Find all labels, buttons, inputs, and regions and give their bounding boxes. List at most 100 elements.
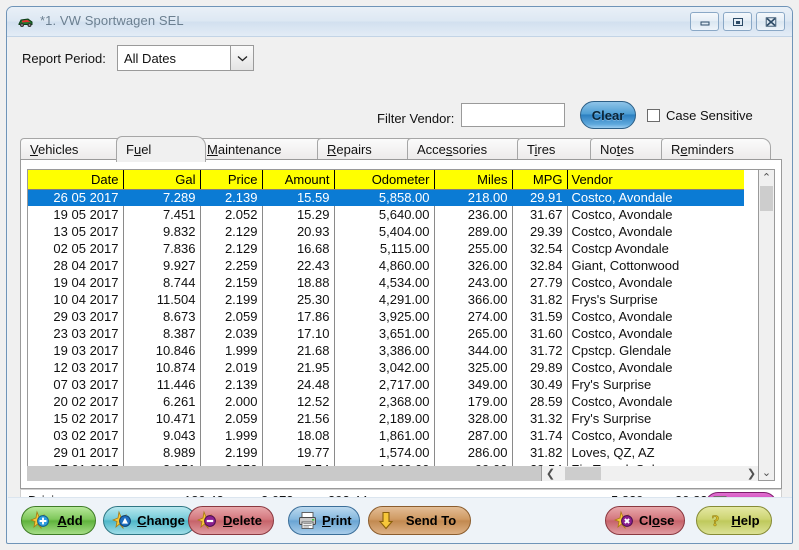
cell-date: 29 03 2017 [28, 308, 124, 325]
cell-gal: 6.261 [123, 393, 201, 410]
hscroll-thumb[interactable] [565, 467, 601, 480]
cell-miles: 236.00 [434, 206, 513, 223]
table-row[interactable]: 13 05 2017 9.832 2.129 20.93 5,404.00 289.00 2… [28, 223, 744, 240]
column-header-odometer[interactable]: Odometer [334, 170, 435, 190]
tab-vehicles[interactable]: Vehicles [20, 138, 125, 160]
cell-vendor: Fry's Surprise [571, 411, 652, 426]
star-edit-icon [111, 510, 133, 531]
table-body: 26 05 2017 7.289 2.139 15.59 5,858.00 218.00 2… [28, 189, 744, 478]
cell-odometer: 1,861.00 [334, 427, 435, 444]
cell-mpg: 29.39 [512, 223, 568, 240]
fuel-grid-panel: Date Gal Price Amount Odometer Miles MPG Vendor… [20, 159, 782, 489]
cell-mpg: 31.67 [512, 206, 568, 223]
cell-mpg: 27.79 [512, 274, 568, 291]
print-button[interactable]: Print [288, 506, 360, 535]
column-header-price[interactable]: Price [200, 170, 263, 190]
table-row[interactable]: 29 03 2017 8.673 2.059 17.86 3,925.00 274.00 3… [28, 308, 744, 325]
tab-repairs[interactable]: Repairs [317, 138, 418, 160]
column-header-gal[interactable]: Gal [123, 170, 201, 190]
cell-gal: 10.874 [123, 359, 201, 376]
cell-amount: 15.29 [262, 206, 335, 223]
cell-gal: 7.289 [123, 189, 201, 206]
cell-price: 2.052 [200, 206, 263, 223]
send-to-button[interactable]: Send To [368, 506, 471, 535]
tab-notes[interactable]: Notes [590, 138, 669, 160]
table-row[interactable]: 19 04 2017 8.744 2.159 18.88 4,534.00 243.00 2… [28, 274, 744, 291]
cell-miles: 243.00 [434, 274, 513, 291]
fuel-grid[interactable]: Date Gal Price Amount Odometer Miles MPG Vendor… [27, 169, 760, 480]
column-header-mpg[interactable]: MPG [512, 170, 568, 190]
cell-odometer: 3,386.00 [334, 342, 435, 359]
cell-vendor: Costco, Avondale [571, 360, 673, 375]
cell-odometer: 2,368.00 [334, 393, 435, 410]
scroll-left-icon[interactable]: ❮ [542, 466, 559, 481]
cell-odometer: 5,404.00 [334, 223, 435, 240]
clear-button[interactable]: Clear [580, 101, 636, 129]
tab-fuel[interactable]: Fuel [116, 136, 206, 162]
table-row[interactable]: 20 02 2017 6.261 2.000 12.52 2,368.00 179.00 2… [28, 393, 744, 410]
cell-price: 1.999 [200, 342, 263, 359]
case-sensitive-checkbox[interactable]: Case Sensitive [647, 108, 753, 123]
cell-gal: 9.043 [123, 427, 201, 444]
tab-tires[interactable]: Tires [517, 138, 598, 160]
cell-vendor: Fry's Surprise [571, 377, 652, 392]
cell-mpg: 31.59 [512, 308, 568, 325]
table-row[interactable]: 15 02 2017 10.471 2.059 21.56 2,189.00 328.00… [28, 410, 744, 427]
cell-date: 29 01 2017 [28, 444, 124, 461]
window-controls [690, 12, 785, 31]
table-row[interactable]: 23 03 2017 8.387 2.039 17.10 3,651.00 265.00 3… [28, 325, 744, 342]
report-period-select[interactable]: All Dates [117, 45, 254, 71]
cell-vendor: Frys's Surprise [571, 292, 658, 307]
table-row[interactable]: 19 03 2017 10.846 1.999 21.68 3,386.00 344.00… [28, 342, 744, 359]
column-header-vendor[interactable]: Vendor [567, 170, 744, 190]
checkbox-box[interactable] [647, 109, 660, 122]
grid-horizontal-scrollbar[interactable]: ❮ ❯ [27, 466, 760, 481]
scroll-up-icon[interactable]: ⌃ [759, 170, 774, 185]
cell-price: 2.139 [200, 376, 263, 393]
close-button[interactable] [756, 12, 785, 31]
cell-date: 03 02 2017 [28, 427, 124, 444]
cell-mpg: 31.60 [512, 325, 568, 342]
tab-accessories[interactable]: Accessories [407, 138, 526, 160]
table-row[interactable]: 10 04 2017 11.504 2.199 25.30 4,291.00 366.00… [28, 291, 744, 308]
main-window: *1. VW Sportwagen SEL Report Period: All… [6, 6, 793, 544]
cell-amount: 21.56 [262, 410, 335, 427]
maximize-button[interactable] [723, 12, 752, 31]
cell-date: 19 05 2017 [28, 206, 124, 223]
table-row[interactable]: 03 02 2017 9.043 1.999 18.08 1,861.00 287.00 3… [28, 427, 744, 444]
cell-gal: 7.836 [123, 240, 201, 257]
cell-gal: 9.927 [123, 257, 201, 274]
cell-amount: 21.68 [262, 342, 335, 359]
help-button[interactable]: ? Help [696, 506, 772, 535]
star-plus-icon [29, 510, 51, 531]
hscroll-track[interactable]: ❮ ❯ [541, 466, 760, 481]
table-row[interactable]: 02 05 2017 7.836 2.129 16.68 5,115.00 255.00 3… [28, 240, 744, 257]
table-row[interactable]: 19 05 2017 7.451 2.052 15.29 5,640.00 236.00 3… [28, 206, 744, 223]
minimize-button[interactable] [690, 12, 719, 31]
table-row[interactable]: 26 05 2017 7.289 2.139 15.59 5,858.00 218.00 2… [28, 189, 744, 206]
cell-price: 2.059 [200, 410, 263, 427]
table-row[interactable]: 28 04 2017 9.927 2.259 22.43 4,860.00 326.00 3… [28, 257, 744, 274]
grid-vertical-scrollbar[interactable]: ⌃ ⌄ [758, 169, 775, 481]
table-row[interactable]: 29 01 2017 8.989 2.199 19.77 1,574.00 286.00 3… [28, 444, 744, 461]
column-header-miles[interactable]: Miles [434, 170, 513, 190]
change-button[interactable]: Change [103, 506, 196, 535]
cell-odometer: 5,115.00 [334, 240, 435, 257]
column-header-date[interactable]: Date [28, 170, 124, 190]
cell-gal: 9.832 [123, 223, 201, 240]
cell-date: 15 02 2017 [28, 410, 124, 427]
chevron-down-icon[interactable] [230, 46, 253, 70]
scroll-down-icon[interactable]: ⌄ [759, 465, 774, 480]
filter-vendor-input[interactable] [461, 103, 565, 127]
vscroll-thumb[interactable] [760, 186, 773, 211]
tab-maintenance[interactable]: Maintenance [197, 138, 331, 160]
tab-reminders[interactable]: Reminders [661, 138, 771, 160]
delete-button[interactable]: Delete [188, 506, 274, 535]
add-button[interactable]: Add [21, 506, 96, 535]
cell-price: 2.059 [200, 308, 263, 325]
table-row[interactable]: 12 03 2017 10.874 2.019 21.95 3,042.00 325.00… [28, 359, 744, 376]
table-row[interactable]: 07 03 2017 11.446 2.139 24.48 2,717.00 349.00… [28, 376, 744, 393]
cell-mpg: 29.91 [512, 189, 568, 206]
close-button-bottom[interactable]: Close [605, 506, 685, 535]
column-header-amount[interactable]: Amount [262, 170, 335, 190]
